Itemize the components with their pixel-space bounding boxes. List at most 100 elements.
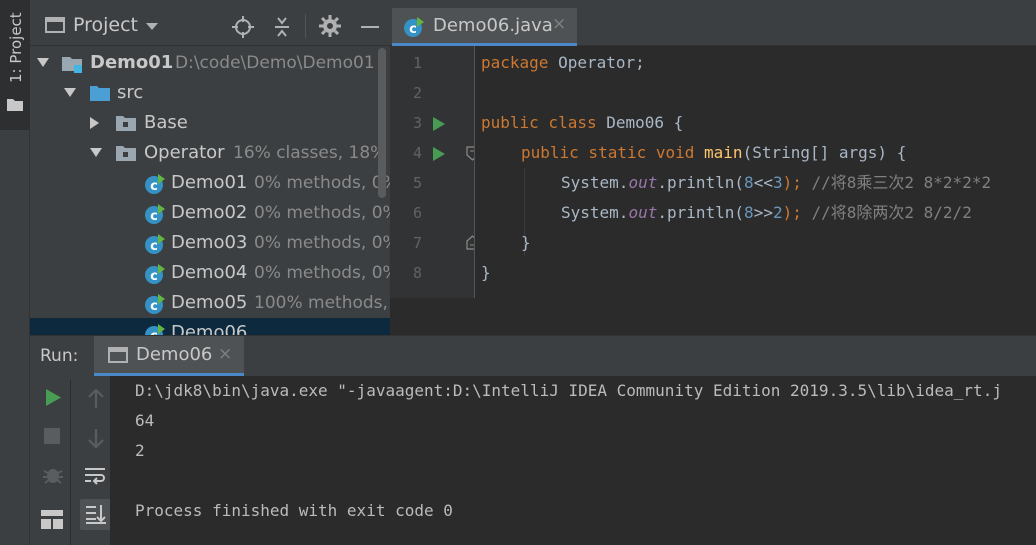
project-panel-header: Project (30, 0, 390, 46)
tree-item-class-demo01[interactable]: c Demo01 0% methods, 0% (30, 168, 390, 198)
java-class-icon: c (145, 234, 165, 254)
code-token: ); (782, 173, 802, 192)
folder-icon (7, 99, 23, 111)
project-scrollbar[interactable] (378, 48, 386, 198)
soft-wrap-icon[interactable] (84, 466, 106, 486)
tree-item-label: Demo01 (171, 172, 248, 193)
code-token: package (481, 53, 549, 72)
layout-icon[interactable] (41, 510, 63, 530)
chevron-down-icon[interactable] (146, 23, 158, 31)
code-line-3: public class Demo06 { (481, 108, 683, 138)
project-tool-label[interactable]: 1: Project (7, 12, 25, 92)
header-divider (305, 14, 306, 38)
console-window-icon (108, 347, 128, 363)
editor-empty-area (390, 298, 1036, 335)
expand-arrow-icon[interactable] (37, 58, 49, 68)
tree-item-detail: 0% methods, 0% (254, 233, 390, 253)
stop-icon[interactable] (44, 428, 60, 444)
expand-arrow-right-icon[interactable] (90, 117, 100, 129)
locate-icon[interactable] (232, 16, 254, 38)
expand-arrow-icon[interactable] (90, 148, 102, 158)
tree-item-class-demo05[interactable]: c Demo05 100% methods, (30, 288, 390, 318)
svg-text:c: c (150, 179, 158, 194)
line-number: 2 (412, 84, 422, 102)
tree-item-label: Demo02 (171, 202, 248, 223)
code-token: << (753, 173, 773, 192)
java-class-icon: c (145, 264, 165, 284)
arrow-down-icon[interactable] (87, 428, 105, 448)
minimize-icon[interactable] (361, 26, 379, 28)
editor-tab-label: Demo06.java (433, 15, 553, 36)
project-panel-title[interactable]: Project (73, 14, 138, 36)
line-number: 6 (412, 204, 422, 222)
code-line-5: System.out.println(8<<3); //将8乘三次2 8*2*2… (561, 168, 991, 198)
code-line-8: } (481, 263, 491, 282)
close-icon[interactable]: × (218, 344, 232, 364)
rerun-icon[interactable] (45, 389, 61, 406)
line-number: 4 (412, 144, 422, 162)
toolbar-divider (70, 380, 71, 545)
code-token: 2 (772, 203, 783, 222)
tree-item-label: Demo05 (171, 292, 248, 313)
tree-item-demo01-project[interactable]: Demo01 D:\code\Demo\Demo01 (30, 48, 390, 78)
code-token: System. (561, 203, 629, 222)
tree-item-class-demo03[interactable]: c Demo03 0% methods, 0% (30, 228, 390, 258)
svg-text:c: c (150, 299, 158, 314)
tree-item-src[interactable]: src (30, 78, 390, 108)
debug-bug-icon[interactable] (42, 463, 64, 485)
tree-item-base[interactable]: Base (30, 108, 390, 138)
code-token: Operator; (548, 53, 645, 72)
tree-item-class-demo04[interactable]: c Demo04 0% methods, 0% (30, 258, 390, 288)
code-token: main (704, 143, 743, 162)
code-token: out (628, 173, 658, 192)
line-number: 5 (412, 174, 422, 192)
java-class-icon: c (145, 204, 165, 224)
source-folder-icon (90, 86, 110, 101)
package-folder-icon (116, 116, 136, 131)
tree-item-label: Base (144, 112, 188, 133)
code-line-7: } (521, 233, 531, 252)
tree-item-operator[interactable]: Operator 16% classes, 18% l (30, 138, 390, 168)
scroll-to-end-icon[interactable] (85, 504, 107, 524)
line-number: 3 (412, 114, 422, 132)
code-token: .println( (657, 203, 745, 222)
project-panel: Project Demo01 D:\code\Demo\Demo01 src B… (30, 0, 390, 335)
code-comment: //将8乘三次2 8*2*2*2 (801, 173, 992, 192)
code-line-1: package Operator; (481, 48, 645, 78)
tree-item-label: Demo01 (90, 52, 174, 73)
code-token: .println( (657, 173, 745, 192)
arrow-up-icon[interactable] (87, 389, 105, 409)
close-icon[interactable]: × (552, 14, 566, 34)
tree-item-detail: 0% methods, 0% (254, 203, 390, 223)
expand-arrow-icon[interactable] (64, 88, 76, 98)
tree-item-label: src (117, 82, 144, 103)
tree-item-label: Demo03 (171, 232, 248, 253)
code-token: public class (481, 113, 597, 132)
tree-item-detail: 0% methods, 0% (254, 263, 390, 283)
editor-tab-demo06[interactable]: c Demo06.java × (392, 8, 577, 46)
tree-item-label: Demo04 (171, 262, 248, 283)
run-tab-demo06[interactable]: Demo06 × (94, 336, 244, 376)
svg-text:c: c (150, 269, 158, 284)
tree-item-detail: 100% methods, (254, 293, 388, 313)
code-token: (String[] args) { (742, 143, 907, 162)
code-token: ); (782, 203, 802, 222)
run-gutter-icon[interactable] (433, 117, 445, 131)
tree-item-class-demo02[interactable]: c Demo02 0% methods, 0% (30, 198, 390, 228)
tree-item-class-demo06-selected[interactable]: c Demo06 (30, 318, 390, 335)
code-token: >> (753, 203, 773, 222)
gear-icon[interactable] (319, 15, 341, 37)
tree-item-detail: 0% methods, 0% (254, 173, 390, 193)
package-folder-icon (116, 146, 136, 161)
tree-item-label: Operator (144, 142, 225, 163)
collapse-all-icon[interactable] (273, 16, 291, 38)
console-line: D:\jdk8\bin\java.exe "-javaagent:D:\Inte… (135, 381, 1002, 400)
run-gutter-icon[interactable] (433, 147, 445, 161)
tree-item-label: Demo06 (171, 322, 248, 335)
code-token: Demo06 { (596, 113, 684, 132)
tree-item-detail: 16% classes, 18% l (233, 143, 390, 163)
console-line: 64 (135, 411, 155, 430)
line-number: 1 (412, 54, 422, 72)
svg-text:c: c (150, 239, 158, 254)
code-token: System. (561, 173, 629, 192)
